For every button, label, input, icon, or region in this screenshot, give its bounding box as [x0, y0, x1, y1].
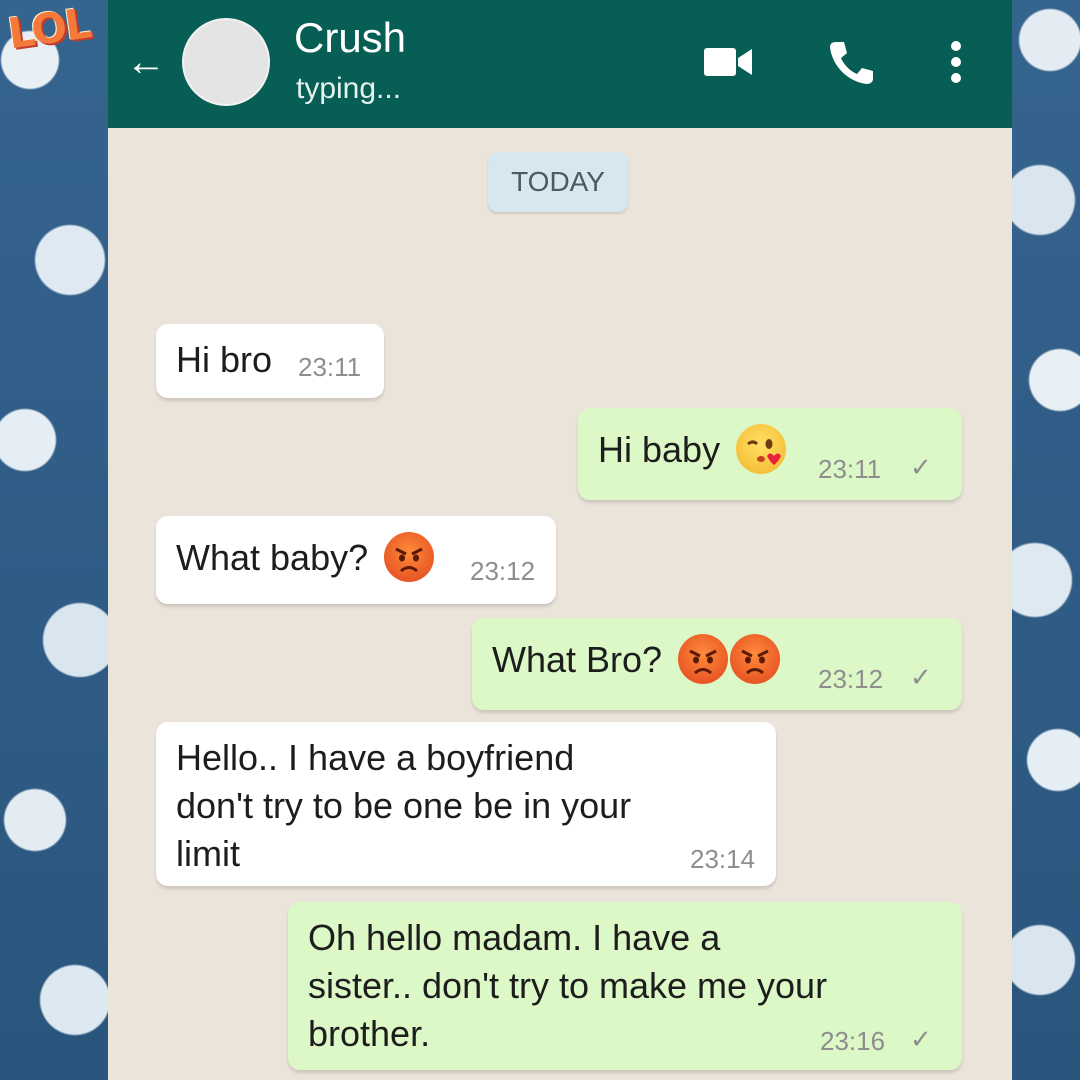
message-time: 23:12: [818, 664, 884, 694]
angry-face-emoji: [678, 634, 729, 685]
incoming-message[interactable]: Hello.. I have a boyfriend don't try to …: [156, 722, 776, 886]
phone-icon[interactable]: [822, 38, 878, 86]
message-text: Hi baby: [598, 424, 787, 477]
sent-check-icon: ✓: [910, 1024, 932, 1054]
angry-face-emoji: [730, 634, 781, 685]
arrow-left-icon[interactable]: ←: [124, 40, 168, 84]
chat-screen: ← Crush typing... TODAY Hi bro 23:11 Hi …: [108, 0, 1012, 1080]
message-text-body: What baby?: [176, 537, 369, 578]
kissing-winking-face-emoji: [736, 424, 787, 475]
outgoing-message[interactable]: Hi baby 23:11 ✓: [578, 408, 962, 500]
incoming-message[interactable]: What baby? 23:12: [156, 516, 556, 604]
message-text-body: Hi baby: [598, 429, 721, 470]
message-text: Hi bro: [176, 339, 273, 380]
message-time: 23:14: [690, 844, 756, 874]
message-text: What baby?: [176, 532, 435, 585]
message-list[interactable]: TODAY Hi bro 23:11 Hi baby 23:11 ✓ What …: [108, 128, 1012, 1080]
message-time: 23:16: [820, 1026, 886, 1056]
more-vert-icon[interactable]: [936, 38, 976, 86]
message-text-body: What Bro?: [492, 639, 663, 680]
message-text: Hello.. I have a boyfriend don't try to …: [176, 737, 632, 874]
sent-check-icon: ✓: [910, 662, 932, 692]
incoming-message[interactable]: Hi bro 23:11: [156, 324, 384, 398]
message-text: What Bro?: [492, 634, 781, 687]
outgoing-message[interactable]: Oh hello madam. I have a sister.. don't …: [288, 902, 962, 1070]
message-time: 23:11: [818, 454, 882, 484]
message-time: 23:11: [298, 352, 362, 382]
contact-status: typing...: [296, 72, 402, 105]
date-divider: TODAY: [488, 152, 628, 212]
message-time: 23:12: [470, 556, 536, 586]
avatar[interactable]: [182, 18, 270, 106]
outgoing-message[interactable]: What Bro? 23:12 ✓: [472, 618, 962, 710]
video-call-icon[interactable]: [700, 38, 756, 86]
sent-check-icon: ✓: [910, 452, 932, 482]
message-text: Oh hello madam. I have a sister.. don't …: [308, 917, 828, 1054]
contact-name[interactable]: Crush: [294, 14, 406, 62]
angry-face-emoji: [384, 532, 435, 583]
chat-header: ← Crush typing...: [108, 0, 1012, 128]
